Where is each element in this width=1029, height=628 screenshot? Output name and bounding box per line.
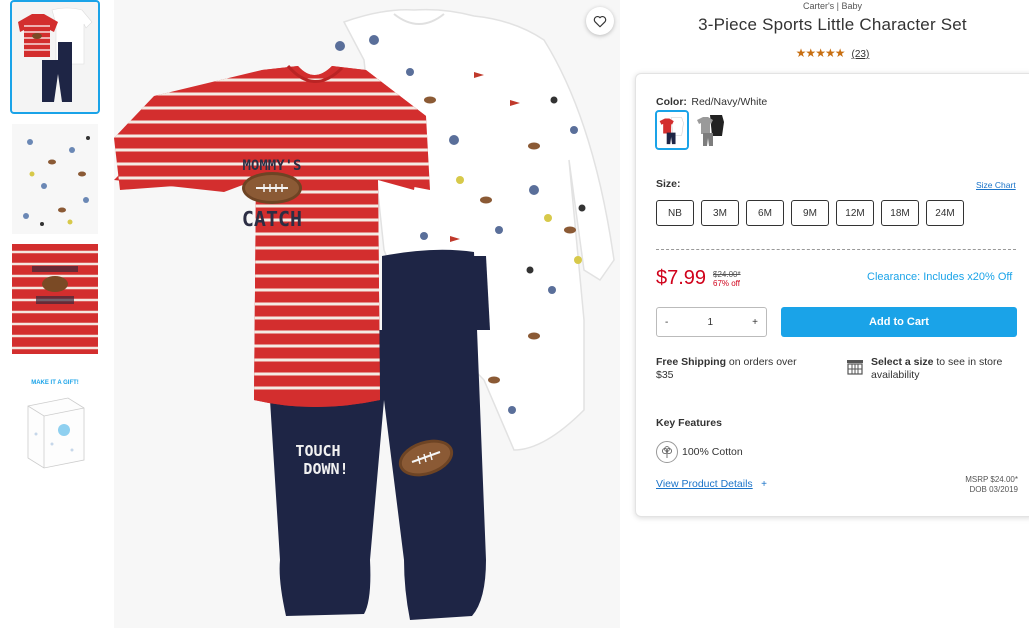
size-option-3m[interactable]: 3M [701, 200, 739, 226]
rating-row[interactable]: ★★★★★ (23) [636, 46, 1029, 60]
feature-item: 100% Cotton [656, 441, 743, 463]
thumbnail-pattern-detail[interactable] [12, 124, 98, 234]
original-price: $24.00* [713, 270, 741, 279]
color-row: Color: Red/Navy/White [656, 92, 767, 110]
size-option-24m[interactable]: 24M [926, 200, 964, 226]
free-shipping-rest: on orders over [726, 356, 797, 368]
color-value: Red/Navy/White [691, 96, 768, 108]
add-to-cart-button[interactable]: Add to Cart [781, 307, 1017, 337]
view-product-details-link[interactable]: View Product Details [656, 478, 753, 490]
store-icon [846, 359, 864, 380]
msrp-info: MSRP $24.00* DOB 03/2019 [965, 475, 1018, 495]
sale-price: $7.99 [656, 267, 707, 289]
purchase-panel: Color: Red/Navy/White Size: Size Chart N… [635, 73, 1029, 517]
grey-black-swatch-image [694, 110, 728, 150]
shirt-text-line2: CATCH [242, 207, 302, 231]
red-navy-swatch-image [657, 112, 687, 148]
size-chart-link[interactable]: Size Chart [976, 180, 1016, 190]
quantity-stepper: - 1 + [656, 307, 767, 337]
size-option-9m[interactable]: 9M [791, 200, 829, 226]
brand-breadcrumb[interactable]: Carter's | Baby [636, 1, 1029, 11]
size-option-nb[interactable]: NB [656, 200, 694, 226]
free-shipping-bold: Free Shipping [656, 356, 727, 368]
store-availability-info[interactable]: Select a size to see in store availabili… [871, 356, 1021, 382]
clearance-text: Clearance: Includes x20% Off [867, 271, 1013, 283]
free-shipping-line2: $35 [656, 369, 674, 381]
review-count-link[interactable]: (23) [852, 49, 870, 60]
expand-plus-icon[interactable]: + [761, 479, 767, 490]
view-details-row[interactable]: View Product Details + [656, 474, 767, 492]
product-title: 3-Piece Sports Little Character Set [698, 15, 967, 34]
favorite-button[interactable] [586, 7, 614, 35]
msrp-line1: MSRP $24.00* [965, 475, 1018, 484]
percent-off: 67% off [713, 279, 740, 288]
msrp-line2: DOB 03/2019 [969, 485, 1018, 494]
thumbnail-shirt-detail[interactable] [12, 244, 98, 354]
thumbnail-gift-box[interactable]: MAKE IT A GIFT! [12, 364, 98, 474]
quantity-decrease-button[interactable]: - [665, 317, 668, 328]
pants-text-line1: TOUCH [295, 442, 340, 460]
free-shipping-info: Free Shipping on orders over $35 [656, 356, 826, 382]
gift-thumbnail-image: MAKE IT A GIFT! [12, 364, 98, 474]
price-divider [656, 249, 1016, 250]
size-label: Size: [656, 178, 681, 190]
color-swatch-red-navy-white[interactable] [655, 110, 689, 150]
color-label: Color: [656, 96, 687, 108]
size-option-12m[interactable]: 12M [836, 200, 874, 226]
product-photo: TOUCH DOWN! MOMMY'S CATCH [114, 0, 620, 628]
store-line2: availability [871, 369, 920, 381]
product-page: MAKE IT A GIFT! TOUCH DOWN! MOMMY'S CATC… [0, 0, 1029, 628]
pattern-thumbnail-image [12, 124, 98, 234]
size-option-18m[interactable]: 18M [881, 200, 919, 226]
size-option-6m[interactable]: 6M [746, 200, 784, 226]
feature-cotton-text: 100% Cotton [682, 445, 743, 458]
shirt-thumbnail-image [12, 244, 98, 354]
quantity-input[interactable]: 1 [707, 317, 713, 328]
heart-icon [593, 15, 607, 27]
shirt-text-line1: MOMMY'S [242, 158, 301, 174]
cotton-icon [656, 441, 678, 463]
color-swatch-grey-black[interactable] [694, 110, 728, 150]
pants-text-line2: DOWN! [303, 460, 348, 478]
key-features-heading: Key Features [656, 417, 722, 429]
thumbnail-set[interactable] [10, 0, 100, 114]
shirt-football-patch [242, 172, 302, 204]
select-size-bold: Select a size [871, 356, 934, 368]
quantity-increase-button[interactable]: + [752, 317, 758, 328]
star-rating-icon: ★★★★★ [795, 46, 846, 60]
gift-thumbnail-text: MAKE IT A GIFT! [31, 380, 79, 386]
main-product-image[interactable]: TOUCH DOWN! MOMMY'S CATCH [114, 0, 620, 628]
set-thumbnail-image [12, 2, 98, 112]
store-rest: to see in store [933, 356, 1003, 368]
